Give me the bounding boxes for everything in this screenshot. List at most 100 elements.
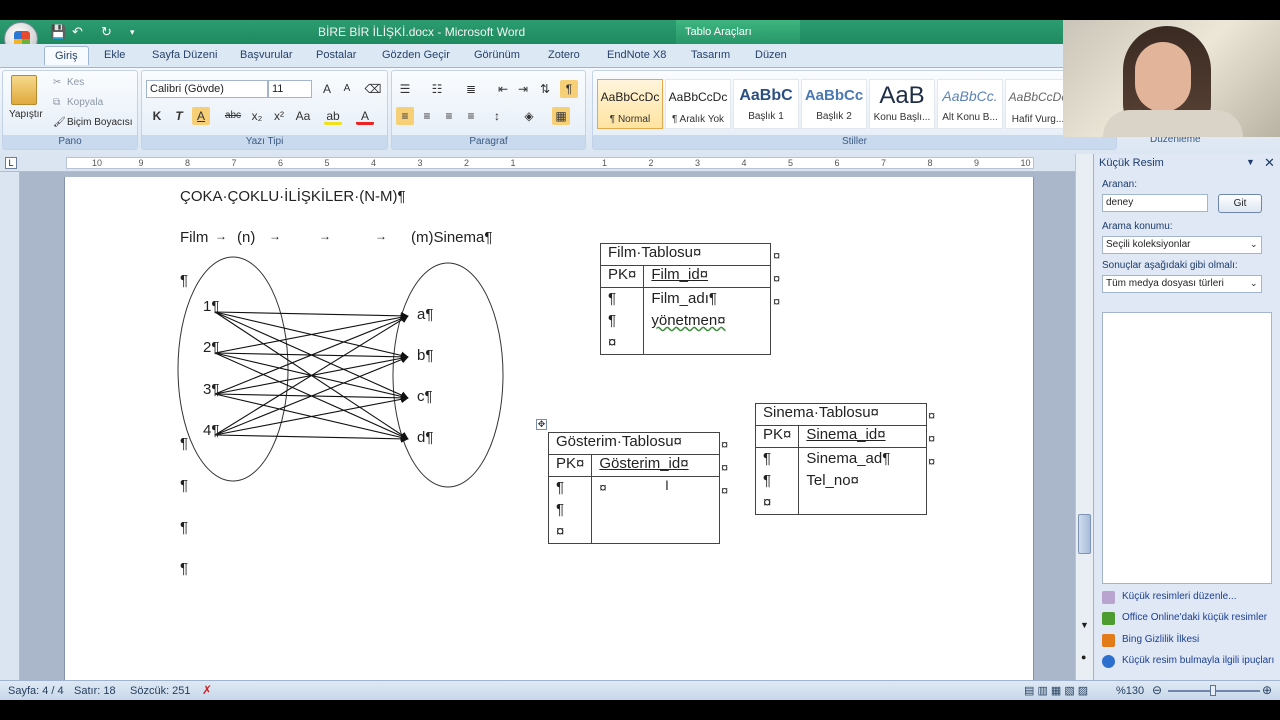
sinema-table-key[interactable]: Sinema_id¤ [798, 425, 927, 448]
sinema-table-pk[interactable]: PK¤ [754, 425, 800, 448]
film-table[interactable]: Film·Tablosu¤ PK¤ Film_id¤ ¶ ¶ ¤ Film_adı¶ y… [599, 243, 771, 355]
chevron-down-icon[interactable]: ⌄ [1250, 278, 1258, 289]
zoom-out-icon[interactable]: ⊖ [1152, 683, 1162, 697]
style-normal[interactable]: AaBbCcDc ¶ Normal [597, 79, 663, 129]
redo-icon[interactable]: ↻ [101, 24, 112, 40]
shading-icon[interactable]: ◈ [520, 107, 538, 125]
vertical-scrollbar[interactable]: ▼ ● [1075, 154, 1093, 680]
grow-font-icon[interactable]: A [318, 80, 336, 98]
increase-indent-icon[interactable]: ⇥ [514, 80, 532, 98]
format-painter-button[interactable]: Biçim Boyacısı [67, 117, 133, 128]
organize-clips-link[interactable]: Küçük resimleri düzenle... [1122, 591, 1237, 602]
undo-icon[interactable]: ↶ [72, 24, 83, 40]
tab-tasarim[interactable]: Tasarım [691, 49, 730, 61]
highlight-icon[interactable]: ab [324, 107, 342, 125]
tab-endnote[interactable]: EndNote X8 [607, 49, 666, 61]
tab-postalar[interactable]: Postalar [316, 49, 356, 61]
go-button[interactable]: Git [1218, 194, 1262, 213]
tab-ekle[interactable]: Ekle [104, 49, 125, 61]
copy-button[interactable]: Kopyala [67, 97, 103, 108]
tab-giris[interactable]: Giriş [44, 46, 89, 65]
zoom-slider-thumb[interactable] [1210, 685, 1216, 696]
search-input[interactable]: deney [1102, 194, 1208, 212]
tab-selector-icon[interactable]: L [5, 157, 17, 169]
sinema-table[interactable]: Sinema·Tablosu¤ PK¤ Sinema_id¤ ¶ ¶ ¤ Sinema… [754, 403, 927, 515]
paste-button[interactable]: Yapıştır [9, 109, 43, 120]
table-move-handle-icon[interactable]: ✥ [536, 419, 547, 430]
bing-privacy-link[interactable]: Bing Gizlilik İlkesi [1122, 634, 1199, 645]
zoom-in-icon[interactable]: ⊕ [1262, 683, 1272, 697]
film-table-pk[interactable]: PK¤ [599, 265, 645, 288]
results-select[interactable]: Tüm medya dosyası türleri [1102, 275, 1262, 293]
cut-button[interactable]: Kes [67, 77, 84, 88]
font-family-select[interactable]: Calibri (Gövde) [146, 80, 268, 98]
close-icon[interactable]: ✕ [1264, 155, 1275, 171]
line-spacing-icon[interactable]: ↕ [488, 107, 506, 125]
page-indicator[interactable]: Sayfa: 4 / 4 [8, 685, 64, 697]
sinema-table-fields[interactable]: Sinema_ad¶ Tel_no¤ [798, 447, 927, 515]
paste-icon[interactable] [11, 75, 37, 105]
style-title[interactable]: AaB Konu Başlı... [869, 79, 935, 129]
tab-gozden-gecir[interactable]: Gözden Geçir [382, 49, 450, 61]
style-no-spacing[interactable]: AaBbCcDc ¶ Aralık Yok [665, 79, 731, 129]
style-subtle-emphasis[interactable]: AaBbCcDc Hafif Vurg... [1005, 79, 1071, 129]
borders-icon[interactable]: ▦ [552, 107, 570, 125]
show-formatting-icon[interactable]: ¶ [560, 80, 578, 98]
gosterim-table-fields[interactable]: ¤ [591, 476, 720, 544]
results-area[interactable] [1102, 312, 1272, 584]
bold-icon[interactable]: K [148, 107, 166, 125]
sort-icon[interactable]: ⇅ [536, 80, 554, 98]
view-buttons-icon[interactable]: ▤ ▥ ▦ ▧ ▨ [1024, 684, 1088, 697]
horizontal-ruler[interactable]: L 10 9 8 7 6 5 4 3 2 1 1 2 3 4 5 6 7 8 9 10 [0, 154, 1075, 172]
qat-customize-icon[interactable]: ▾ [130, 27, 135, 38]
italic-icon[interactable]: T [170, 107, 188, 125]
location-select[interactable]: Seçili koleksiyonlar [1102, 236, 1262, 254]
film-table-key[interactable]: Film_id¤ [643, 265, 771, 288]
save-icon[interactable]: 💾 [50, 24, 66, 40]
office-online-link[interactable]: Office Online'daki küçük resimler [1122, 612, 1267, 623]
gosterim-table-title[interactable]: Gösterim·Tablosu¤ [548, 432, 720, 455]
font-size-select[interactable]: 11 [268, 80, 312, 98]
zoom-level[interactable]: %130 [1116, 685, 1144, 697]
chevron-down-icon[interactable]: ⌄ [1250, 239, 1258, 250]
scroll-thumb[interactable] [1078, 514, 1091, 554]
sinema-table-marks[interactable]: ¶ ¶ ¤ [754, 447, 800, 515]
gosterim-table[interactable]: Gösterim·Tablosu¤ PK¤ Gösterim_id¤ ¶ ¶ ¤ ¤ [547, 432, 720, 544]
clear-format-icon[interactable]: ⌫ [364, 80, 382, 98]
tab-gorunum[interactable]: Görünüm [474, 49, 520, 61]
gosterim-table-key[interactable]: Gösterim_id¤ [591, 454, 720, 477]
change-case-icon[interactable]: Aa [294, 107, 312, 125]
tab-duzen[interactable]: Düzen [755, 49, 787, 61]
gosterim-table-pk[interactable]: PK¤ [547, 454, 593, 477]
line-indicator[interactable]: Satır: 18 [74, 685, 116, 697]
word-count[interactable]: Sözcük: 251 [130, 685, 191, 697]
tab-zotero[interactable]: Zotero [548, 49, 580, 61]
style-heading-2[interactable]: AaBbCc Başlık 2 [801, 79, 867, 129]
scroll-down-icon[interactable]: ▼ [1080, 620, 1089, 630]
superscript-icon[interactable]: x² [270, 107, 288, 125]
film-table-title[interactable]: Film·Tablosu¤ [600, 243, 771, 266]
film-table-fields[interactable]: Film_adı¶ yönetmen¤ [643, 287, 771, 355]
align-center-icon[interactable]: ≡ [418, 107, 436, 125]
strikethrough-icon[interactable]: abc [224, 107, 242, 125]
pane-menu-icon[interactable]: ▼ [1246, 157, 1255, 167]
numbering-icon[interactable]: ☷ [428, 80, 446, 98]
browse-object-icon[interactable]: ● [1081, 652, 1086, 662]
align-right-icon[interactable]: ≡ [440, 107, 458, 125]
align-left-icon[interactable]: ≡ [396, 107, 414, 125]
film-table-marks[interactable]: ¶ ¶ ¤ [599, 287, 645, 355]
font-color-icon[interactable]: A [356, 107, 374, 125]
document-page[interactable]: ÇOKA·ÇOKLU·İLİŞKİLER·(N-M)¶ Film → (n) →… [64, 177, 1034, 680]
sinema-table-title[interactable]: Sinema·Tablosu¤ [755, 403, 927, 426]
gosterim-table-marks[interactable]: ¶ ¶ ¤ [547, 476, 593, 544]
style-subtitle[interactable]: AaBbCc. Alt Konu B... [937, 79, 1003, 129]
style-heading-1[interactable]: AaBbC Başlık 1 [733, 79, 799, 129]
tab-basvurular[interactable]: Başvurular [240, 49, 293, 61]
multilevel-list-icon[interactable]: ≣ [462, 80, 480, 98]
decrease-indent-icon[interactable]: ⇤ [494, 80, 512, 98]
vertical-ruler[interactable] [0, 172, 20, 680]
tab-sayfa-duzeni[interactable]: Sayfa Düzeni [152, 49, 217, 61]
subscript-icon[interactable]: x₂ [248, 107, 266, 125]
proofing-icon[interactable]: ✗ [202, 683, 212, 697]
justify-icon[interactable]: ≡ [462, 107, 480, 125]
